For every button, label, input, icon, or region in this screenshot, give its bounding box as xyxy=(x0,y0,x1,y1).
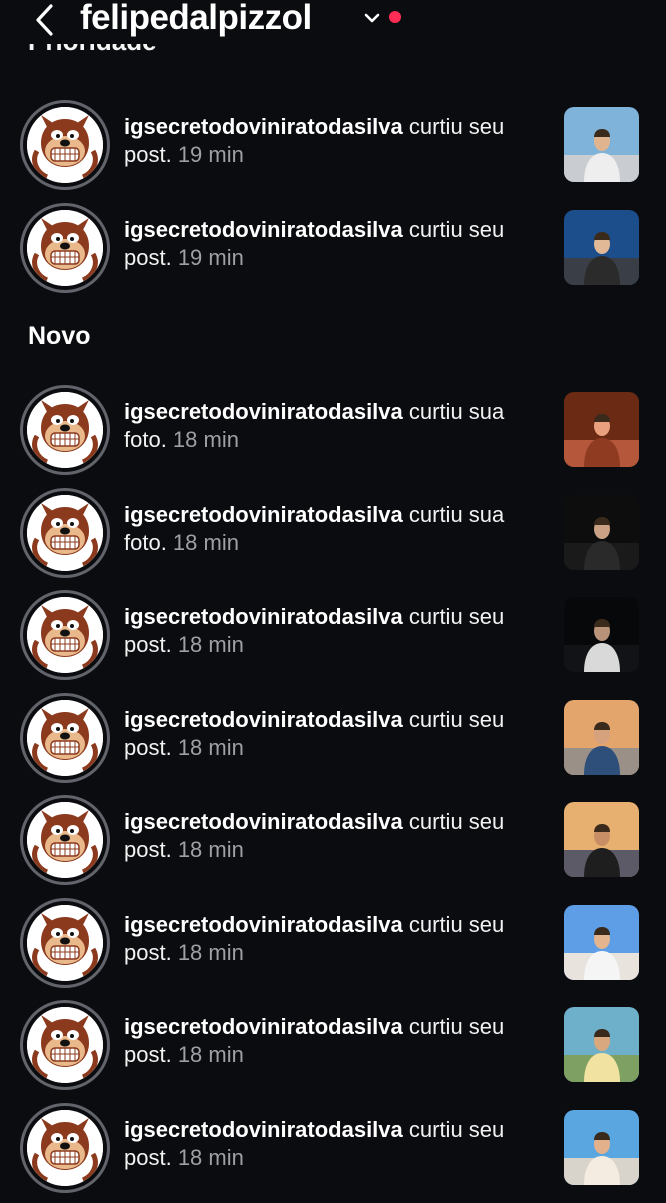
notification-row[interactable]: igsecretodoviniratodasilva curtiu seu po… xyxy=(0,100,666,200)
notification-row[interactable]: igsecretodoviniratodasilva curtiu seu po… xyxy=(0,898,666,998)
notification-user[interactable]: igsecretodoviniratodasilva xyxy=(124,1117,403,1142)
taz-avatar-icon xyxy=(27,107,103,183)
section-title-new: Novo xyxy=(28,322,91,350)
notification-time: 19 min xyxy=(171,142,244,167)
notification-user[interactable]: igsecretodoviniratodasilva xyxy=(124,502,403,527)
avatar xyxy=(27,392,103,468)
taz-avatar-icon xyxy=(27,700,103,776)
avatar xyxy=(27,107,103,183)
avatar-story-ring[interactable] xyxy=(20,100,110,190)
post-photo xyxy=(564,495,639,570)
post-thumbnail[interactable] xyxy=(564,802,639,877)
avatar-story-ring[interactable] xyxy=(20,203,110,293)
post-thumbnail[interactable] xyxy=(564,210,639,285)
avatar-story-ring[interactable] xyxy=(20,1000,110,1090)
notification-dot-icon xyxy=(389,11,401,23)
post-thumbnail[interactable] xyxy=(564,597,639,672)
notification-time: 18 min xyxy=(171,1145,244,1170)
notification-text: igsecretodoviniratodasilva curtiu seu po… xyxy=(124,911,549,967)
notification-user[interactable]: igsecretodoviniratodasilva xyxy=(124,399,403,424)
avatar xyxy=(27,1110,103,1186)
notification-text: igsecretodoviniratodasilva curtiu sua fo… xyxy=(124,501,549,557)
notification-user[interactable]: igsecretodoviniratodasilva xyxy=(124,809,403,834)
taz-avatar-icon xyxy=(27,905,103,981)
notification-row[interactable]: igsecretodoviniratodasilva curtiu seu po… xyxy=(0,203,666,303)
taz-avatar-icon xyxy=(27,1007,103,1083)
notification-user[interactable]: igsecretodoviniratodasilva xyxy=(124,217,403,242)
post-photo xyxy=(564,392,639,467)
taz-avatar-icon xyxy=(27,392,103,468)
notification-row[interactable]: igsecretodoviniratodasilva curtiu seu po… xyxy=(0,795,666,895)
notification-user[interactable]: igsecretodoviniratodasilva xyxy=(124,604,403,629)
avatar-story-ring[interactable] xyxy=(20,488,110,578)
post-thumbnail[interactable] xyxy=(564,107,639,182)
post-photo xyxy=(564,107,639,182)
notification-text: igsecretodoviniratodasilva curtiu seu po… xyxy=(124,1116,549,1172)
post-photo xyxy=(564,597,639,672)
post-photo xyxy=(564,210,639,285)
notification-text: igsecretodoviniratodasilva curtiu seu po… xyxy=(124,1013,549,1069)
back-button[interactable] xyxy=(30,2,60,38)
top-bar: felipedalpizzol xyxy=(0,0,666,44)
avatar-story-ring[interactable] xyxy=(20,795,110,885)
taz-avatar-icon xyxy=(27,495,103,571)
chevron-left-icon xyxy=(36,4,53,36)
notification-user[interactable]: igsecretodoviniratodasilva xyxy=(124,912,403,937)
notification-text: igsecretodoviniratodasilva curtiu seu po… xyxy=(124,216,549,272)
notification-time: 18 min xyxy=(171,837,244,862)
notification-user[interactable]: igsecretodoviniratodasilva xyxy=(124,114,403,139)
notification-row[interactable]: igsecretodoviniratodasilva curtiu seu po… xyxy=(0,1103,666,1203)
avatar-story-ring[interactable] xyxy=(20,693,110,783)
post-thumbnail[interactable] xyxy=(564,1110,639,1185)
post-thumbnail[interactable] xyxy=(564,495,639,570)
notification-time: 18 min xyxy=(171,735,244,760)
post-photo xyxy=(564,905,639,980)
post-photo xyxy=(564,1007,639,1082)
notification-text: igsecretodoviniratodasilva curtiu sua fo… xyxy=(124,398,549,454)
avatar-story-ring[interactable] xyxy=(20,385,110,475)
notification-time: 19 min xyxy=(171,245,244,270)
notification-time: 18 min xyxy=(166,530,239,555)
notification-row[interactable]: igsecretodoviniratodasilva curtiu sua fo… xyxy=(0,385,666,485)
taz-avatar-icon xyxy=(27,1110,103,1186)
taz-avatar-icon xyxy=(27,597,103,673)
notification-text: igsecretodoviniratodasilva curtiu seu po… xyxy=(124,706,549,762)
post-photo xyxy=(564,700,639,775)
avatar xyxy=(27,802,103,878)
account-username[interactable]: felipedalpizzol xyxy=(80,0,312,38)
post-thumbnail[interactable] xyxy=(564,700,639,775)
avatar-story-ring[interactable] xyxy=(20,898,110,988)
avatar xyxy=(27,905,103,981)
post-photo xyxy=(564,1110,639,1185)
post-photo xyxy=(564,802,639,877)
taz-avatar-icon xyxy=(27,802,103,878)
notification-text: igsecretodoviniratodasilva curtiu seu po… xyxy=(124,113,549,169)
post-thumbnail[interactable] xyxy=(564,905,639,980)
avatar xyxy=(27,597,103,673)
taz-avatar-icon xyxy=(27,210,103,286)
post-thumbnail[interactable] xyxy=(564,392,639,467)
notification-time: 18 min xyxy=(171,940,244,965)
chevron-down-icon[interactable] xyxy=(362,8,382,28)
notification-text: igsecretodoviniratodasilva curtiu seu po… xyxy=(124,808,549,864)
notification-row[interactable]: igsecretodoviniratodasilva curtiu seu po… xyxy=(0,693,666,793)
notification-user[interactable]: igsecretodoviniratodasilva xyxy=(124,707,403,732)
avatar xyxy=(27,495,103,571)
notification-row[interactable]: igsecretodoviniratodasilva curtiu seu po… xyxy=(0,590,666,690)
notification-time: 18 min xyxy=(171,632,244,657)
notification-time: 18 min xyxy=(166,427,239,452)
notification-row[interactable]: igsecretodoviniratodasilva curtiu seu po… xyxy=(0,1000,666,1100)
avatar xyxy=(27,700,103,776)
avatar xyxy=(27,1007,103,1083)
avatar xyxy=(27,210,103,286)
avatar-story-ring[interactable] xyxy=(20,590,110,680)
avatar-story-ring[interactable] xyxy=(20,1103,110,1193)
notification-user[interactable]: igsecretodoviniratodasilva xyxy=(124,1014,403,1039)
notification-row[interactable]: igsecretodoviniratodasilva curtiu sua fo… xyxy=(0,488,666,588)
post-thumbnail[interactable] xyxy=(564,1007,639,1082)
notification-text: igsecretodoviniratodasilva curtiu seu po… xyxy=(124,603,549,659)
notification-time: 18 min xyxy=(171,1042,244,1067)
